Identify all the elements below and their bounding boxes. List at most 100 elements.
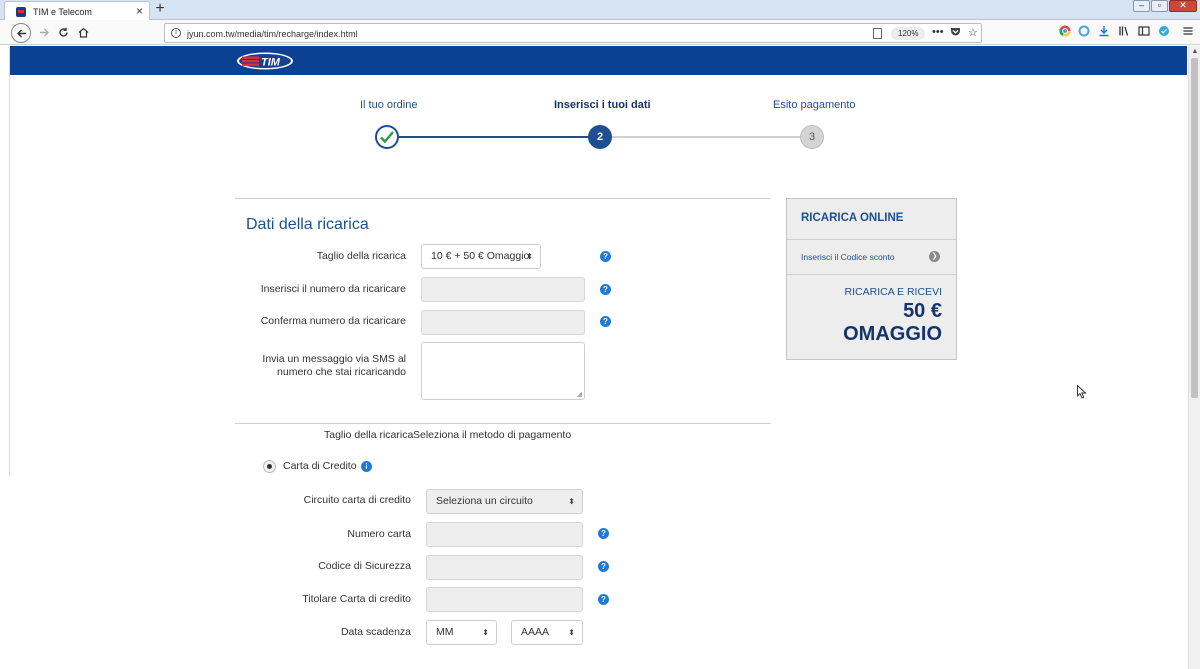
menu-hamburger-icon[interactable] (1181, 25, 1195, 39)
url-text[interactable]: jyun.com.tw/media/tim/recharge/index.htm… (187, 29, 358, 39)
sms-label-line2: numero che stai ricaricando (277, 366, 406, 378)
window-close-button[interactable]: ✕ (1169, 0, 1197, 12)
step-1-label: Il tuo ordine (360, 99, 418, 111)
number-label: Inserisci il numero da ricaricare (260, 283, 406, 295)
step-3-label: Esito pagamento (773, 99, 856, 111)
resize-grip-icon[interactable]: ◢ (577, 390, 582, 398)
credit-card-info-icon[interactable]: i (361, 461, 372, 472)
tab-title: TIM e Telecom (33, 7, 92, 17)
confirm-number-input[interactable] (421, 310, 585, 335)
reader-view-icon[interactable] (873, 28, 882, 39)
card-number-label: Numero carta (347, 528, 411, 540)
tim-logo-text: TIM (261, 57, 281, 69)
page-actions-icon[interactable]: ••• (932, 26, 944, 38)
phone-number-input[interactable] (421, 277, 585, 302)
card-number-help-icon[interactable]: ? (598, 528, 609, 539)
confirm-help-icon[interactable]: ? (600, 316, 611, 327)
divider (235, 423, 771, 424)
site-info-icon[interactable]: i (171, 28, 181, 38)
select-chevron-icon: ⬍ (526, 252, 533, 261)
number-help-icon[interactable]: ? (600, 284, 611, 295)
browser-titlebar: TIM e Telecom × + – ▫ ✕ (0, 0, 1200, 21)
select-chevron-icon: ⬍ (568, 628, 575, 637)
address-bar[interactable]: i jyun.com.tw/media/tim/recharge/index.h… (164, 23, 982, 43)
circuit-label: Circuito carta di credito (303, 494, 411, 506)
library-icon[interactable] (1117, 25, 1131, 39)
home-icon (78, 27, 88, 38)
card-holder-input[interactable] (426, 587, 583, 612)
security-code-input[interactable] (426, 555, 583, 580)
step-2-label: Inserisci i tuoi dati (554, 99, 651, 111)
expiry-label: Data scadenza (340, 626, 411, 638)
scroll-up-arrow-icon[interactable]: ▲ (1190, 47, 1200, 57)
promo-amount: 50 € (903, 300, 942, 322)
chevron-right-icon[interactable]: ❯ (929, 251, 940, 262)
select-chevron-icon: ⬍ (568, 497, 575, 506)
promo-box-divider (787, 274, 956, 275)
amount-select[interactable]: 10 € + 50 € Omaggio ⬍ (421, 244, 541, 269)
step-3-circle: 3 (800, 125, 824, 149)
extension-badge-icon[interactable] (1157, 25, 1171, 39)
browser-toolbar: i jyun.com.tw/media/tim/recharge/index.h… (0, 20, 1200, 45)
sync-extension-icon[interactable] (1077, 25, 1091, 39)
divider (235, 198, 771, 199)
left-window-edge (0, 46, 10, 476)
scrollbar-thumb[interactable] (1191, 58, 1198, 398)
reload-icon (58, 27, 68, 37)
circuit-select-value: Seleziona un circuito (436, 495, 533, 507)
browser-tab[interactable]: TIM e Telecom × (4, 1, 150, 21)
step-connector-pending (611, 136, 801, 138)
sms-label-line1: Invia un messaggio via SMS al (262, 353, 406, 365)
tab-close-icon[interactable]: × (136, 4, 143, 18)
discount-code-link[interactable]: Inserisci il Codice sconto (801, 252, 895, 262)
amount-select-value: 10 € + 50 € Omaggio (431, 250, 530, 262)
home-button[interactable] (73, 23, 93, 43)
promo-box: RICARICA ONLINE Inserisci il Codice scon… (786, 198, 957, 360)
select-chevron-icon: ⬍ (482, 628, 489, 637)
mouse-cursor-icon (1077, 385, 1087, 399)
new-tab-button[interactable]: + (152, 0, 168, 20)
page-viewport: TIM Il tuo ordine Inserisci i tuoi dati … (10, 46, 1187, 669)
expiry-month-select[interactable]: MM ⬍ (426, 620, 497, 645)
arrow-right-icon (39, 28, 49, 37)
promo-omaggio: OMAGGIO (843, 323, 942, 345)
arrow-left-icon (16, 29, 26, 38)
card-number-input[interactable] (426, 522, 583, 547)
confirm-number-label: Conferma numero da ricaricare (260, 315, 406, 327)
security-code-label: Codice di Sicurezza (318, 560, 411, 572)
bookmark-star-icon[interactable]: ☆ (968, 26, 978, 39)
site-header: TIM (10, 46, 1187, 75)
pocket-icon[interactable] (950, 26, 961, 40)
reload-button[interactable] (53, 23, 73, 43)
sidebar-toggle-icon[interactable] (1137, 25, 1151, 39)
back-button[interactable] (11, 23, 31, 43)
recharge-section-title: Dati della ricarica (246, 216, 369, 233)
window-maximize-button[interactable]: ▫ (1151, 0, 1168, 12)
security-code-help-icon[interactable]: ? (598, 561, 609, 572)
step-2-circle: 2 (588, 125, 612, 149)
promo-box-divider (787, 239, 956, 240)
tim-favicon-icon (16, 7, 26, 17)
circuit-select[interactable]: Seleziona un circuito ⬍ (426, 489, 583, 514)
step-connector-done (399, 136, 589, 138)
promo-line-1: RICARICA E RICEVI (844, 286, 942, 298)
download-icon[interactable] (1097, 25, 1111, 39)
chrome-extension-icon[interactable] (1058, 25, 1072, 39)
sms-message-textarea[interactable]: ◢ (421, 342, 585, 400)
card-holder-label: Titolare Carta di credito (302, 593, 411, 605)
vertical-scrollbar[interactable]: ▲ (1188, 46, 1200, 669)
tim-logo: TIM (237, 52, 293, 70)
amount-help-icon[interactable]: ? (600, 251, 611, 262)
checkmark-icon (380, 131, 394, 144)
promo-box-title: RICARICA ONLINE (801, 212, 904, 224)
zoom-level-badge[interactable]: 120% (891, 27, 926, 40)
expiry-year-select[interactable]: AAAA ⬍ (511, 620, 583, 645)
payment-method-label: Seleziona il metodo di pagamento (413, 429, 572, 441)
card-holder-help-icon[interactable]: ? (598, 594, 609, 605)
credit-card-option-label[interactable]: Carta di Credito (283, 460, 357, 472)
expiry-month-value: MM (436, 626, 454, 638)
forward-button[interactable] (34, 23, 54, 43)
amount-label: Taglio della ricarica (316, 250, 406, 262)
credit-card-radio[interactable] (263, 460, 276, 473)
window-minimize-button[interactable]: – (1133, 0, 1150, 12)
